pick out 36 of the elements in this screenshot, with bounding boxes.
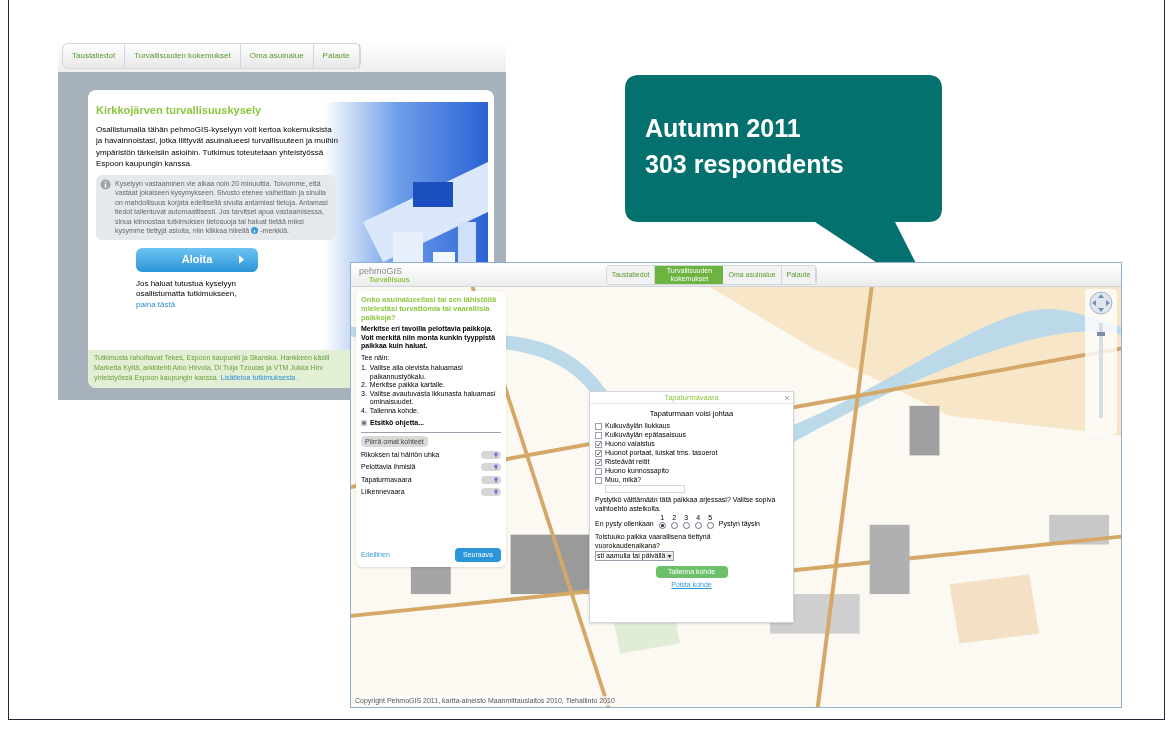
info-icon: [100, 178, 111, 190]
expand-icon[interactable]: [361, 420, 367, 427]
pin-icon: [494, 489, 498, 496]
explore-link[interactable]: paina tästä: [136, 299, 176, 310]
checkbox[interactable]: [595, 449, 602, 457]
marker-button[interactable]: [481, 488, 501, 497]
marker-button[interactable]: [481, 475, 501, 484]
checkbox[interactable]: [595, 467, 602, 475]
step-tab[interactable]: Turvallisuuden kokemukset: [125, 44, 241, 68]
checkbox[interactable]: [595, 431, 602, 439]
callout-text: Autumn 2011: [645, 113, 802, 143]
checkbox[interactable]: [595, 440, 602, 448]
callout-text: 303 respondents: [645, 149, 844, 179]
text-field[interactable]: [605, 485, 685, 494]
checkbox[interactable]: [595, 476, 602, 484]
step-tab[interactable]: Oma asuinalue: [240, 44, 314, 68]
intro-text: Osallistumalla tähän pehmoGIS-kyselyyn voit kertoa kokemuksista ja havainnoistasi, jotka liittyvät asuinalueesi turvallisuuteen ja muihin ympäristön tärkeisiin asioihin. Tutkimus toteutetaan yhteistyössä Espoon kaupungin kanssa.: [96, 123, 338, 170]
close-icon[interactable]: [785, 395, 789, 400]
start-button[interactable]: Aloita: [136, 247, 258, 272]
step-tab[interactable]: Taustatiedot: [63, 44, 126, 68]
info-icon: [251, 227, 259, 235]
survey-title: Kirkkojärven turvallisuuskysely: [96, 103, 262, 118]
checkbox[interactable]: [595, 422, 602, 430]
zoom-thumb[interactable]: [1097, 332, 1105, 337]
zoom-slider[interactable]: [1099, 323, 1103, 418]
pin-icon: [494, 451, 498, 458]
caret-icon: [666, 552, 674, 560]
explore-text: Jos haluat tutustua kyselyyn osallistumatta tutkimukseen,: [136, 278, 238, 300]
step-tab[interactable]: Palaute: [313, 44, 360, 68]
marker-button[interactable]: [481, 450, 501, 459]
pin-icon: [494, 476, 498, 483]
marker-button[interactable]: [481, 463, 501, 472]
pin-icon: [494, 464, 498, 471]
pan-icon[interactable]: [1089, 291, 1113, 315]
checkbox[interactable]: [595, 458, 602, 466]
play-icon: [239, 255, 244, 264]
